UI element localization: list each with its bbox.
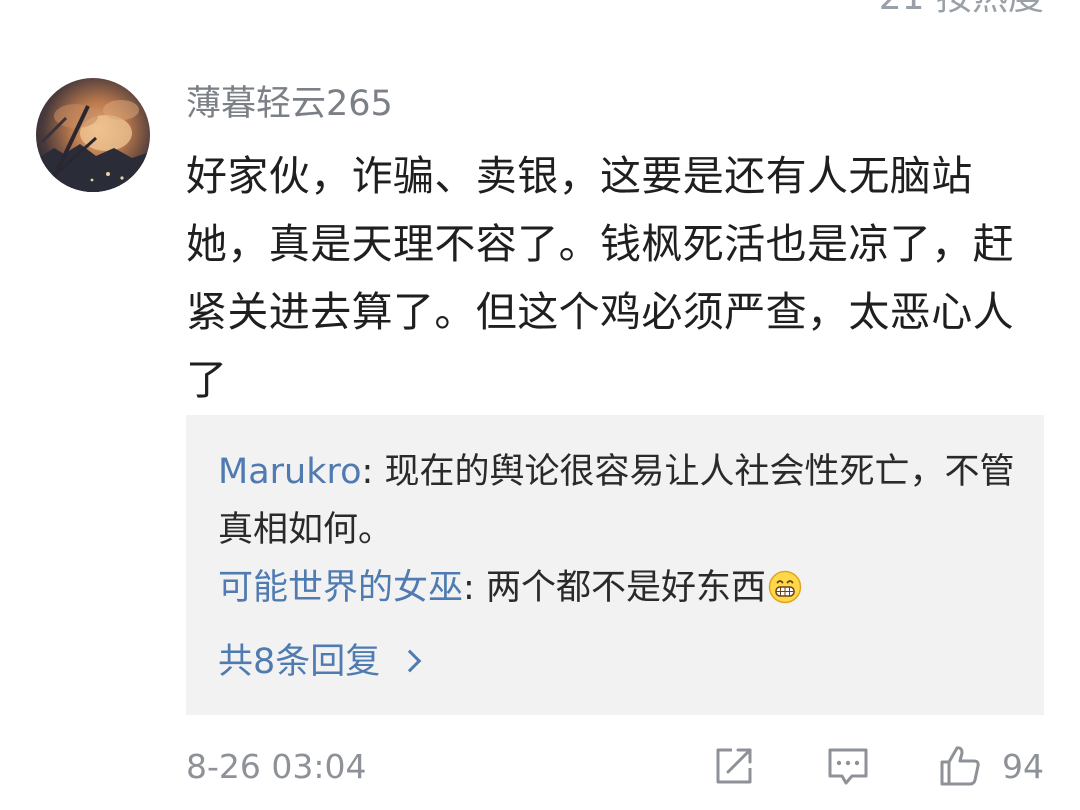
- more-replies-label: 共8条回复: [218, 642, 381, 682]
- replies-box[interactable]: Marukro: 现在的舆论很容易让人社会性死亡，不管真相如何。 可能世界的女巫…: [186, 415, 1044, 715]
- reply-separator: :: [361, 452, 385, 492]
- chevron-right-icon: [398, 649, 422, 673]
- comment-button[interactable]: [824, 742, 872, 790]
- avatar[interactable]: [36, 78, 150, 192]
- grinning-face-emoji-icon: [768, 564, 802, 604]
- thumbs-up-icon: [940, 746, 980, 786]
- share-icon: [716, 748, 752, 784]
- comment-text: 好家伙，诈骗、卖银，这要是还有人无脑站她，真是天理不容了。钱枫死活也是凉了，赶紧…: [186, 152, 1014, 404]
- avatar-image: [36, 78, 150, 192]
- comment-page: 21 按热度 薄暮轻云265 好家: [0, 0, 1080, 810]
- reply-item[interactable]: Marukro: 现在的舆论很容易让人社会性死亡，不管真相如何。: [218, 443, 1018, 559]
- like-count: 94: [1002, 747, 1044, 786]
- sort-by-heat-label[interactable]: 21 按热度: [879, 0, 1044, 18]
- reply-author[interactable]: 可能世界的女巫: [218, 568, 463, 608]
- share-button[interactable]: [710, 742, 758, 790]
- like-button[interactable]: [936, 742, 984, 790]
- comment-username[interactable]: 薄暮轻云265: [186, 80, 393, 128]
- comment-timestamp: 8-26 03:04: [186, 747, 367, 786]
- reply-text: 两个都不是好东西: [485, 568, 766, 608]
- more-replies-link[interactable]: 共8条回复: [218, 637, 422, 687]
- comment-icon: [828, 748, 868, 785]
- reply-item[interactable]: 可能世界的女巫: 两个都不是好东西: [218, 559, 1018, 617]
- reply-separator: :: [463, 568, 486, 608]
- reply-author[interactable]: Marukro: [218, 452, 362, 492]
